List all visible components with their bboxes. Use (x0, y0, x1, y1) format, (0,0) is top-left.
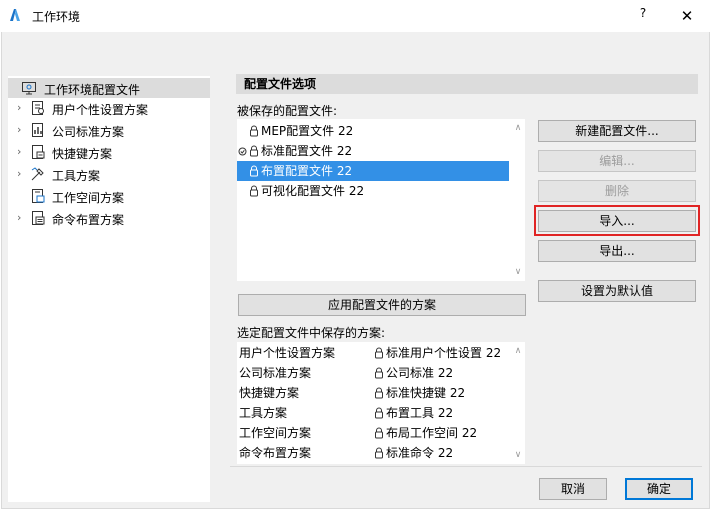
delete-button[interactable]: 删除 (538, 180, 696, 202)
list-item[interactable]: 标准配置文件 22 (237, 141, 509, 161)
cancel-button[interactable]: 取消 (539, 478, 607, 500)
settings-tree: 工作环境配置文件 › 用户个性设置方案 › 公司标准方案 › 快捷键方案 › 工… (8, 76, 210, 502)
list-item[interactable]: 可视化配置文件 22 (237, 181, 509, 201)
profiles-list[interactable]: MEP配置文件 22 标准配置文件 22 布置配置文件 22 可视化配置文件 2… (237, 119, 525, 281)
apply-schemes-button[interactable]: 应用配置文件的方案 (238, 294, 526, 316)
tree-item-tools[interactable]: › 工具方案 (8, 164, 210, 184)
edit-button[interactable]: 编辑... (538, 150, 696, 172)
import-button[interactable]: 导入... (538, 210, 696, 232)
lock-icon (250, 185, 258, 197)
schemes-list[interactable]: 用户个性设置方案 标准用户个性设置 22 公司标准方案 公司标准 22 快捷键方… (237, 342, 525, 464)
lock-icon (250, 165, 258, 177)
workspace-icon (32, 189, 45, 203)
scroll-down-icon[interactable]: ∨ (511, 448, 525, 462)
check-circle-icon (238, 147, 247, 156)
chevron-right-icon[interactable]: › (17, 142, 27, 162)
table-row[interactable]: 工具方案 布置工具 22 (237, 403, 511, 423)
table-row[interactable]: 快捷键方案 标准快捷键 22 (237, 383, 511, 403)
chevron-right-icon[interactable]: › (17, 120, 27, 140)
saved-profiles-label: 被保存的配置文件: (237, 104, 338, 118)
scroll-up-icon[interactable]: ∧ (511, 344, 525, 358)
lock-icon (375, 387, 383, 399)
tree-item-shortcuts[interactable]: › 快捷键方案 (8, 142, 210, 162)
tree-item-label: 命令布置方案 (52, 213, 125, 227)
lock-icon (375, 427, 383, 439)
title-bar: 工作环境 ? ✕ (0, 0, 711, 32)
close-button[interactable]: ✕ (674, 5, 700, 27)
lock-icon (250, 125, 258, 137)
tools-icon (31, 167, 44, 181)
company-standards-icon (32, 123, 43, 137)
tree-item-label: 快捷键方案 (52, 147, 113, 161)
list-item[interactable]: MEP配置文件 22 (237, 121, 509, 141)
tree-item-label: 用户个性设置方案 (52, 103, 149, 117)
window-title: 工作环境 (32, 10, 81, 24)
export-button[interactable]: 导出... (538, 240, 696, 262)
tree-item-label: 公司标准方案 (52, 125, 125, 139)
new-profile-button[interactable]: 新建配置文件... (538, 120, 696, 142)
lock-icon (250, 145, 258, 157)
tree-item-command-layout[interactable]: › 命令布置方案 (8, 208, 210, 228)
help-button[interactable]: ? (632, 6, 654, 26)
lock-icon (375, 347, 383, 359)
scroll-up-icon[interactable]: ∧ (511, 121, 525, 135)
tree-item-label: 工作空间方案 (52, 191, 125, 205)
lock-icon (375, 447, 383, 459)
footer-separator (230, 466, 702, 467)
app-logo-icon (10, 9, 20, 21)
tree-item-work-environment-profiles[interactable]: 工作环境配置文件 (8, 78, 210, 98)
table-row[interactable]: 命令布置方案 标准命令 22 (237, 443, 511, 463)
table-row[interactable]: 工作空间方案 布局工作空间 22 (237, 423, 511, 443)
table-row[interactable]: 公司标准方案 公司标准 22 (237, 363, 511, 383)
lock-icon (375, 407, 383, 419)
lock-icon (375, 367, 383, 379)
chevron-right-icon[interactable]: › (17, 208, 27, 228)
set-default-button[interactable]: 设置为默认值 (538, 280, 696, 302)
schemes-scrollbar[interactable]: ∧ ∨ (511, 342, 525, 464)
command-layout-icon (32, 211, 45, 225)
table-row[interactable]: 用户个性设置方案 标准用户个性设置 22 (237, 343, 511, 363)
ok-button[interactable]: 确定 (625, 478, 693, 500)
chevron-right-icon[interactable]: › (17, 98, 27, 118)
profile-icon (22, 82, 36, 95)
scroll-down-icon[interactable]: ∨ (511, 265, 525, 279)
tree-item-label: 工作环境配置文件 (44, 83, 141, 97)
chevron-right-icon[interactable]: › (17, 164, 27, 184)
section-header: 配置文件选项 (236, 74, 698, 94)
tree-item-user-settings[interactable]: › 用户个性设置方案 (8, 98, 210, 118)
schemes-label: 选定配置文件中保存的方案: (237, 326, 386, 340)
tree-item-company-standards[interactable]: › 公司标准方案 (8, 120, 210, 140)
list-item-selected[interactable]: 布置配置文件 22 (237, 161, 509, 181)
tree-item-workspace[interactable]: 工作空间方案 (8, 186, 210, 206)
user-settings-icon (32, 101, 44, 115)
shortcut-icon (32, 145, 45, 159)
profiles-scrollbar[interactable]: ∧ ∨ (511, 119, 525, 281)
tree-item-label: 工具方案 (52, 169, 101, 183)
